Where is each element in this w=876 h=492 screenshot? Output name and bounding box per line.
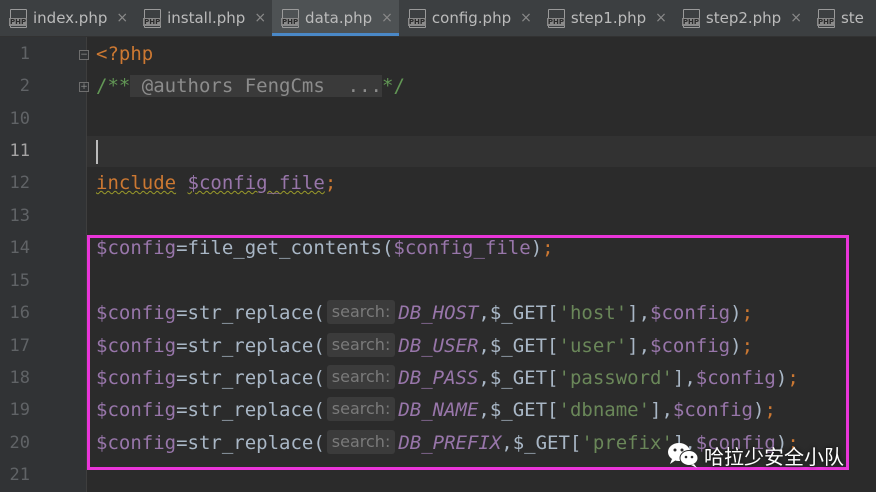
tab-config-php[interactable]: PHP config.php × (399, 0, 538, 36)
line-number: 15 (9, 271, 30, 291)
php-file-icon: PHP (9, 8, 28, 28)
close-icon[interactable]: × (790, 10, 802, 26)
php-file-icon: PHP (546, 8, 565, 28)
tab-label: ste (840, 9, 864, 27)
wechat-icon (668, 443, 699, 468)
line-number-current: 11 (9, 141, 30, 161)
line-number: 2 (19, 76, 30, 96)
line-number: 21 (9, 465, 30, 485)
parameter-hint: search: (326, 430, 396, 454)
current-line-highlight (87, 136, 876, 167)
php-file-icon: PHP (281, 8, 300, 28)
line-number: 1 (19, 44, 30, 64)
php-file-icon: PHP (681, 8, 701, 28)
code-line-18[interactable]: $config=str_replace(search: DB_PASS,$_GET… (96, 363, 799, 394)
fold-expand-icon[interactable]: + (79, 82, 89, 92)
php-file-icon: PHP (816, 8, 836, 28)
editor-tab-bar: PHP index.php × PHP install.php × PHP da… (0, 0, 876, 37)
tab-data-php[interactable]: PHP data.php × (272, 0, 399, 36)
code-line-17[interactable]: $config=str_replace(search: DB_USER,$_GET… (96, 331, 753, 362)
watermark: 哈拉少安全小队 (666, 435, 844, 475)
tab-truncated[interactable]: PHP ste (808, 0, 870, 36)
parameter-hint: search: (326, 300, 396, 324)
php-file-icon: PHP (143, 8, 162, 28)
code-line-1[interactable]: <?php (96, 39, 153, 70)
close-icon[interactable]: × (655, 10, 667, 26)
code-line-19[interactable]: $config=str_replace(search: DB_NAME,$_GET… (96, 395, 776, 426)
fold-collapse-icon[interactable]: − (79, 50, 89, 60)
line-number: 18 (9, 368, 30, 388)
tab-label: step1.php (570, 9, 647, 27)
line-number: 20 (9, 433, 30, 453)
line-number: 14 (9, 238, 30, 258)
tab-index-php[interactable]: PHP index.php × (0, 0, 134, 36)
text-cursor (96, 140, 98, 164)
tab-label: install.php (167, 9, 246, 27)
tab-step1-php[interactable]: PHP step1.php × (538, 0, 673, 36)
tab-step2-php[interactable]: PHP step2.php × (673, 0, 808, 36)
line-number: 19 (9, 400, 30, 420)
folded-docblock[interactable]: @authors FengCms ... (130, 75, 382, 97)
tab-install-php[interactable]: PHP install.php × (134, 0, 272, 36)
parameter-hint: search: (326, 397, 396, 421)
code-line-14[interactable]: $config=file_get_contents($config_file); (96, 233, 554, 264)
close-icon[interactable]: × (381, 10, 393, 26)
code-line-12[interactable]: include $config_file; (96, 168, 336, 199)
watermark-text: 哈拉少安全小队 (704, 444, 844, 469)
close-icon[interactable]: × (254, 10, 266, 26)
tab-label: data.php (305, 9, 373, 27)
parameter-hint: search: (326, 333, 396, 357)
close-icon[interactable]: × (520, 10, 532, 26)
line-number: 17 (9, 336, 30, 356)
line-number: 13 (9, 206, 30, 226)
tab-label: index.php (33, 9, 108, 27)
line-number: 10 (9, 109, 30, 129)
line-number: 12 (9, 173, 30, 193)
code-line-2[interactable]: /** @authors FengCms ...*/ (96, 71, 405, 102)
php-file-icon: PHP (407, 8, 427, 28)
parameter-hint: search: (326, 365, 396, 389)
close-icon[interactable]: × (116, 10, 128, 26)
line-number: 16 (9, 303, 30, 323)
tab-label: step2.php (705, 9, 782, 27)
tab-label: config.php (431, 9, 512, 27)
code-line-16[interactable]: $config=str_replace(search: DB_HOST,$_GET… (96, 298, 753, 329)
